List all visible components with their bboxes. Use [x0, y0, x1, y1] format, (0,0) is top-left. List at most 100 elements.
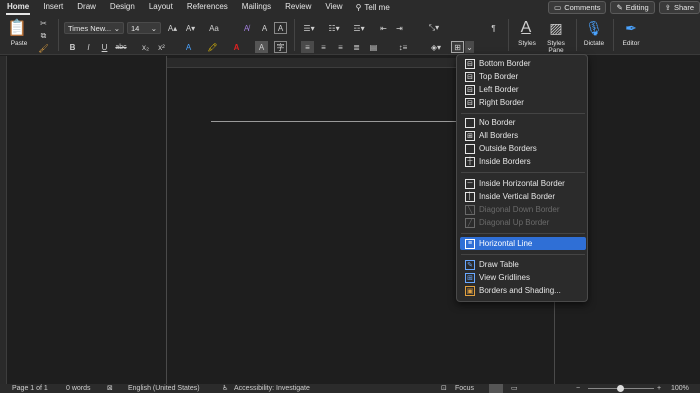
accessibility-status[interactable]: Accessibility: Investigate	[234, 384, 310, 393]
cut-icon[interactable]: ✂	[37, 17, 50, 29]
borders-dropdown-chevron-icon[interactable]: ⌄	[465, 41, 474, 53]
borders-shading-icon: ▣	[465, 285, 475, 296]
bold-button[interactable]: B	[66, 41, 79, 53]
tab-draw[interactable]: Draw	[70, 0, 103, 15]
font-size-dropdown[interactable]: 14 ⌄	[127, 22, 161, 34]
menu-item-draw-table[interactable]: ✎ Draw Table	[460, 258, 586, 271]
menu-item-horizontal-line[interactable]: ≡ Horizontal Line	[460, 237, 586, 250]
styles-pane-icon[interactable]: ▨	[545, 18, 567, 38]
menu-item-left-border[interactable]: ⊟ Left Border	[460, 83, 586, 96]
line-spacing-icon[interactable]: ↕≡	[394, 41, 412, 53]
page-count[interactable]: Page 1 of 1	[12, 384, 48, 393]
menu-item-right-border[interactable]: ⊟ Right Border	[460, 96, 586, 109]
editing-button[interactable]: ✎ Editing	[610, 1, 655, 14]
menu-item-bottom-border[interactable]: ⊟ Bottom Border	[460, 57, 586, 70]
lightbulb-icon: ⚲	[355, 2, 362, 12]
proofing-icon[interactable]: ⊠	[107, 384, 113, 393]
menu-item-borders-and-shading[interactable]: ▣ Borders and Shading...	[460, 284, 586, 297]
numbering-icon[interactable]: ☷▾	[325, 22, 343, 34]
document-canvas[interactable]	[0, 56, 700, 384]
zoom-level[interactable]: 100%	[671, 384, 689, 393]
multilevel-list-icon[interactable]: ☲▾	[350, 22, 368, 34]
phonetic-guide-icon[interactable]: A	[258, 22, 271, 34]
enclose-characters-icon[interactable]: 字	[274, 41, 287, 53]
dictate-label[interactable]: Dictate	[580, 40, 608, 47]
tab-references[interactable]: References	[180, 0, 235, 15]
increase-indent-icon[interactable]: ⇥	[393, 22, 406, 34]
align-center-icon[interactable]: ≡	[317, 41, 330, 53]
font-name-dropdown[interactable]: Times New... ⌄	[64, 22, 124, 34]
copy-icon[interactable]: ⧉	[37, 30, 50, 42]
superscript-button[interactable]: x²	[155, 41, 168, 53]
focus-button[interactable]: Focus	[455, 384, 474, 393]
align-left-icon[interactable]: ≡	[301, 41, 314, 53]
change-case-button[interactable]: Aa	[205, 22, 223, 34]
tab-insert[interactable]: Insert	[36, 0, 70, 15]
character-border-button[interactable]: A	[274, 22, 287, 34]
ribbon-divider	[294, 19, 295, 51]
menu-item-inside-borders[interactable]: ┼ Inside Borders	[460, 155, 586, 168]
print-layout-icon[interactable]	[489, 384, 503, 393]
share-button[interactable]: ⇪ Share	[658, 1, 700, 14]
paste-label[interactable]: Paste	[6, 39, 32, 47]
format-painter-icon[interactable]: 🖌	[37, 42, 50, 54]
decrease-indent-icon[interactable]: ⇤	[377, 22, 390, 34]
text-effects-icon[interactable]: A	[182, 41, 195, 53]
distributed-icon[interactable]: ▤	[367, 41, 380, 53]
grow-font-icon[interactable]: A▴	[166, 22, 179, 34]
styles-pane-label[interactable]: Styles Pane	[542, 40, 570, 54]
tab-mailings[interactable]: Mailings	[235, 0, 278, 15]
word-count[interactable]: 0 words	[66, 384, 91, 393]
language-status[interactable]: English (United States)	[128, 384, 200, 393]
menu-item-outside-borders[interactable]: Outside Borders	[460, 142, 586, 155]
inside-horizontal-border-icon: ─	[465, 178, 475, 189]
zoom-out-icon[interactable]: −	[576, 384, 580, 393]
editor-pen-icon[interactable]: ✒	[620, 18, 642, 38]
menu-item-label: Inside Borders	[479, 157, 531, 166]
microphone-icon[interactable]: 🎙	[584, 18, 604, 38]
character-shading-icon[interactable]: A	[255, 41, 268, 53]
menu-item-inside-vertical-border[interactable]: │ Inside Vertical Border	[460, 190, 586, 203]
shrink-font-icon[interactable]: A▾	[184, 22, 197, 34]
bullets-icon[interactable]: ☰▾	[300, 22, 318, 34]
editor-label[interactable]: Editor	[617, 40, 645, 47]
menu-item-inside-horizontal-border[interactable]: ─ Inside Horizontal Border	[460, 177, 586, 190]
font-color-icon[interactable]: A	[230, 41, 243, 53]
web-layout-icon[interactable]: ▭	[511, 384, 518, 393]
tab-view[interactable]: View	[318, 0, 349, 15]
horizontal-ruler[interactable]	[166, 58, 456, 68]
menu-item-no-border[interactable]: No Border	[460, 116, 586, 129]
menu-item-label: No Border	[479, 118, 516, 127]
styles-label[interactable]: Styles	[514, 40, 540, 47]
clear-formatting-icon[interactable]: A̸	[240, 22, 253, 34]
tell-me-search[interactable]: ⚲ Tell me	[350, 0, 397, 15]
draw-table-icon: ✎	[465, 259, 475, 270]
highlight-icon[interactable]: 🖍	[206, 41, 219, 53]
menu-item-view-gridlines[interactable]: ⊞ View Gridlines	[460, 271, 586, 284]
styles-icon[interactable]: A̲	[514, 18, 538, 38]
justify-icon[interactable]: ≣	[350, 41, 363, 53]
tab-review[interactable]: Review	[278, 0, 318, 15]
menu-item-top-border[interactable]: ⊟ Top Border	[460, 70, 586, 83]
font-size-value: 14	[131, 23, 140, 33]
shading-icon[interactable]: ◈▾	[427, 41, 445, 53]
menu-item-all-borders[interactable]: ⊞ All Borders	[460, 129, 586, 142]
italic-button[interactable]: I	[82, 41, 95, 53]
borders-icon[interactable]: ⊞	[451, 41, 464, 53]
tab-design[interactable]: Design	[103, 0, 142, 15]
align-right-icon[interactable]: ≡	[334, 41, 347, 53]
tab-home[interactable]: Home	[0, 0, 36, 15]
zoom-in-icon[interactable]: +	[657, 384, 661, 393]
tab-layout[interactable]: Layout	[142, 0, 180, 15]
zoom-slider-thumb[interactable]	[617, 385, 624, 392]
page-left-edge	[166, 56, 167, 384]
strikethrough-button[interactable]: abc	[113, 41, 129, 53]
clipboard-icon[interactable]: 📋	[6, 18, 28, 38]
sort-icon[interactable]: ⤡▾	[425, 22, 443, 34]
menu-item-diagonal-down-border: ╲ Diagonal Down Border	[460, 203, 586, 216]
show-formatting-icon[interactable]: ¶	[487, 22, 500, 34]
underline-button[interactable]: U	[98, 41, 111, 53]
comments-button[interactable]: ▭ Comments	[548, 1, 607, 14]
subscript-button[interactable]: x₂	[139, 41, 152, 53]
menu-item-label: Inside Vertical Border	[479, 192, 556, 201]
